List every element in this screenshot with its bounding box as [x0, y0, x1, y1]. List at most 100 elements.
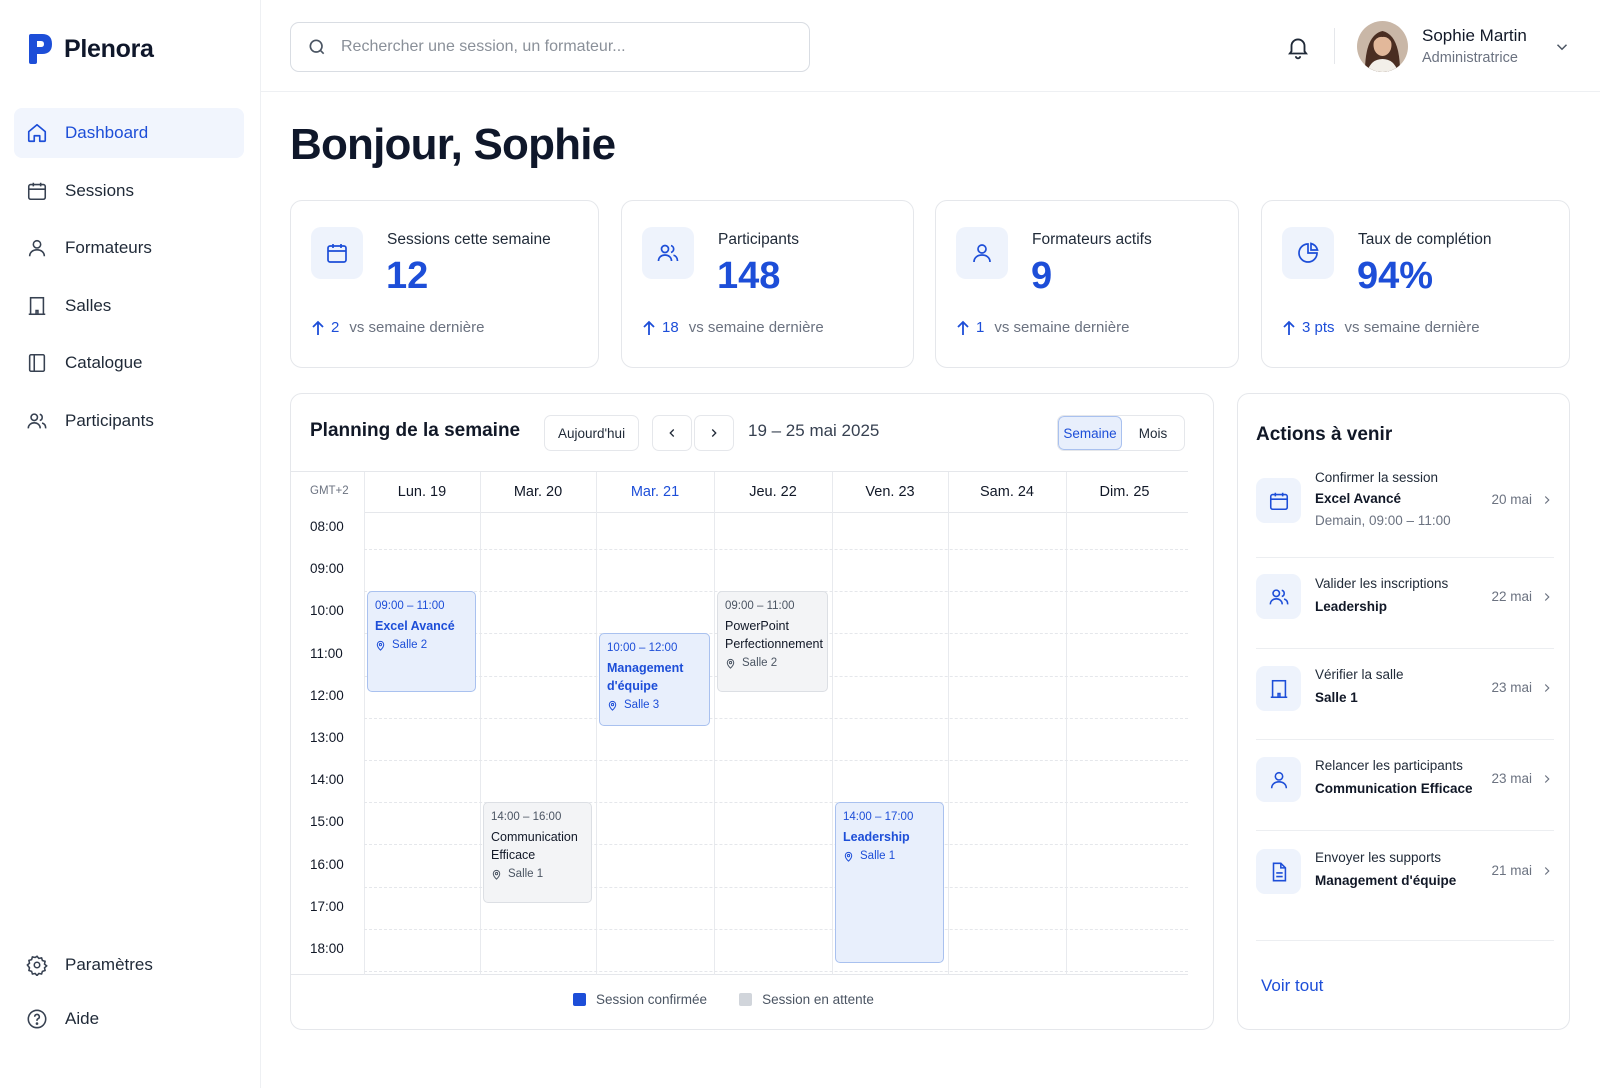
calendar-icon [311, 227, 363, 279]
hour-label: 16:00 [310, 856, 344, 872]
users-icon [642, 227, 694, 279]
hour-gridline [364, 971, 1188, 972]
action-item[interactable]: Valider les inscriptions Leadership 22 m… [1256, 572, 1554, 636]
logo-icon [29, 34, 52, 64]
sidebar-item-aide[interactable]: Aide [14, 994, 244, 1044]
stat-card-completion: Taux de complétion 94% 3 pts vs semaine … [1261, 200, 1570, 368]
stat-delta: 18 [662, 319, 679, 336]
calendar-column-divider [596, 472, 597, 975]
event-room-label: Salle 1 [860, 850, 896, 863]
sidebar-item-dashboard[interactable]: Dashboard [14, 108, 244, 158]
hour-gridline [364, 760, 1188, 761]
stat-label: Formateurs actifs [1032, 231, 1152, 248]
sidebar-item-label: Sessions [65, 180, 134, 200]
hour-label: 15:00 [310, 814, 344, 830]
event-title: Excel Avancé [375, 619, 455, 634]
sidebar-item-formateurs[interactable]: Formateurs [14, 223, 244, 273]
location-pin-icon [844, 851, 853, 862]
session-event[interactable]: 14:00 – 16:00 Communication Efficace Salle… [483, 802, 592, 904]
hour-label: 12:00 [310, 687, 344, 703]
sidebar-item-parametres[interactable]: Paramètres [14, 940, 244, 990]
next-week-button[interactable] [694, 415, 734, 451]
day-header[interactable]: Sam. 24 [948, 472, 1066, 512]
hour-label: 11:00 [310, 645, 343, 661]
hour-gridline [364, 717, 1188, 719]
action-item[interactable]: Confirmer la session Excel Avancé Demain… [1256, 466, 1554, 536]
session-event[interactable]: 10:00 – 12:00 Management d'équipe Salle 3 [599, 633, 710, 727]
day-header[interactable]: Ven. 23 [832, 472, 948, 512]
action-item[interactable]: Envoyer les supports Management d'équipe… [1256, 847, 1554, 911]
calendar-column-divider [714, 472, 715, 975]
day-header[interactable]: Lun. 19 [364, 472, 480, 512]
week-calendar: GMT+2 Lun. 19 Mar. 20 Mar. 21 Jeu. 22 Ven. 2… [291, 471, 1188, 975]
calendar-column-divider [1066, 472, 1067, 975]
user-icon [26, 237, 48, 259]
sidebar-item-salles[interactable]: Salles [14, 281, 244, 331]
stat-trend: 1 vs semaine dernière [956, 319, 1129, 336]
user-role: Administratrice [1422, 50, 1518, 66]
divider [1256, 830, 1554, 831]
session-event[interactable]: 09:00 – 11:00 Excel Avancé Salle 2 [367, 591, 476, 693]
hour-label: 09:00 [310, 561, 344, 577]
prev-week-button[interactable] [652, 415, 692, 451]
hour-gridline [364, 928, 1188, 930]
stat-comparison: vs semaine dernière [688, 319, 824, 336]
sidebar-item-label: Catalogue [65, 353, 143, 372]
action-subject: Management d'équipe [1315, 873, 1457, 888]
pie-chart-icon [1282, 227, 1334, 279]
location-pin-icon [726, 658, 735, 669]
location-pin-icon [492, 869, 501, 880]
legend-swatch-confirmed [573, 993, 586, 1006]
avatar[interactable] [1357, 21, 1408, 72]
action-subject: Leadership [1315, 599, 1388, 614]
hour-label: 08:00 [310, 519, 344, 534]
session-event[interactable]: 09:00 – 11:00 PowerPoint Perfectionnement… [717, 591, 828, 693]
brand-name: Plenora [64, 34, 154, 63]
chevron-left-icon [669, 429, 675, 437]
action-date: 23 mai [1491, 680, 1532, 695]
legend-label: Session confirmée [596, 992, 708, 1007]
event-room-label: Salle 1 [508, 868, 544, 881]
event-room-label: Salle 2 [742, 657, 778, 670]
calendar-column-divider [480, 472, 481, 975]
divider [1256, 557, 1554, 558]
stat-delta: 2 [331, 319, 340, 336]
event-time: 14:00 – 17:00 [843, 811, 914, 824]
hour-label: 14:00 [310, 772, 344, 788]
sidebar-item-sessions[interactable]: Sessions [14, 166, 244, 216]
calendar-column-divider [948, 472, 949, 975]
secondary-nav: Paramètres Aide [14, 940, 244, 1048]
sidebar-item-catalogue[interactable]: Catalogue [14, 338, 244, 388]
event-room-label: Salle 2 [392, 639, 428, 652]
search-input[interactable] [341, 38, 781, 56]
stat-delta: 3 pts [1302, 319, 1335, 336]
event-room: Salle 1 [491, 868, 584, 880]
action-label: Envoyer les supports [1315, 850, 1442, 865]
chevron-down-icon[interactable] [1553, 38, 1571, 56]
upcoming-actions-panel: Actions à venir Confirmer la session Exc… [1237, 393, 1570, 1030]
stat-card-formateurs: Formateurs actifs 9 1 vs semaine dernièr… [935, 200, 1239, 368]
sidebar-item-participants[interactable]: Participants [14, 396, 244, 446]
search-bar[interactable] [290, 22, 810, 72]
chevron-right-icon [1544, 593, 1550, 601]
day-header[interactable]: Mar. 20 [480, 472, 596, 512]
event-room: Salle 2 [725, 657, 820, 669]
hour-gridline [364, 549, 1188, 550]
view-option-mois[interactable]: Mois [1122, 416, 1184, 450]
action-item[interactable]: Relancer les participants Communication … [1256, 755, 1554, 819]
session-event[interactable]: 14:00 – 17:00 Leadership Salle 1 [835, 802, 944, 963]
sidebar-item-label: Aide [65, 1009, 100, 1028]
view-option-semaine[interactable]: Semaine [1058, 416, 1122, 450]
stat-card-participants: Participants 148 18 vs semaine dernière [621, 200, 914, 368]
day-header[interactable]: Dim. 25 [1066, 472, 1183, 512]
brand-logo[interactable]: Plenora [26, 32, 154, 66]
notification-bell-icon[interactable] [1285, 33, 1311, 61]
main-nav: Dashboard Sessions Formateurs Salles Cat… [14, 108, 244, 453]
action-item[interactable]: Vérifier la salle Salle 1 23 mai [1256, 664, 1554, 728]
legend-swatch-pending [739, 993, 753, 1006]
stat-value: 9 [1031, 255, 1053, 297]
today-button[interactable]: Aujourd'hui [544, 415, 639, 451]
day-header[interactable]: Jeu. 22 [714, 472, 832, 512]
see-all-link[interactable]: Voir tout [1261, 976, 1323, 996]
day-header[interactable]: Mar. 21 [596, 472, 714, 512]
